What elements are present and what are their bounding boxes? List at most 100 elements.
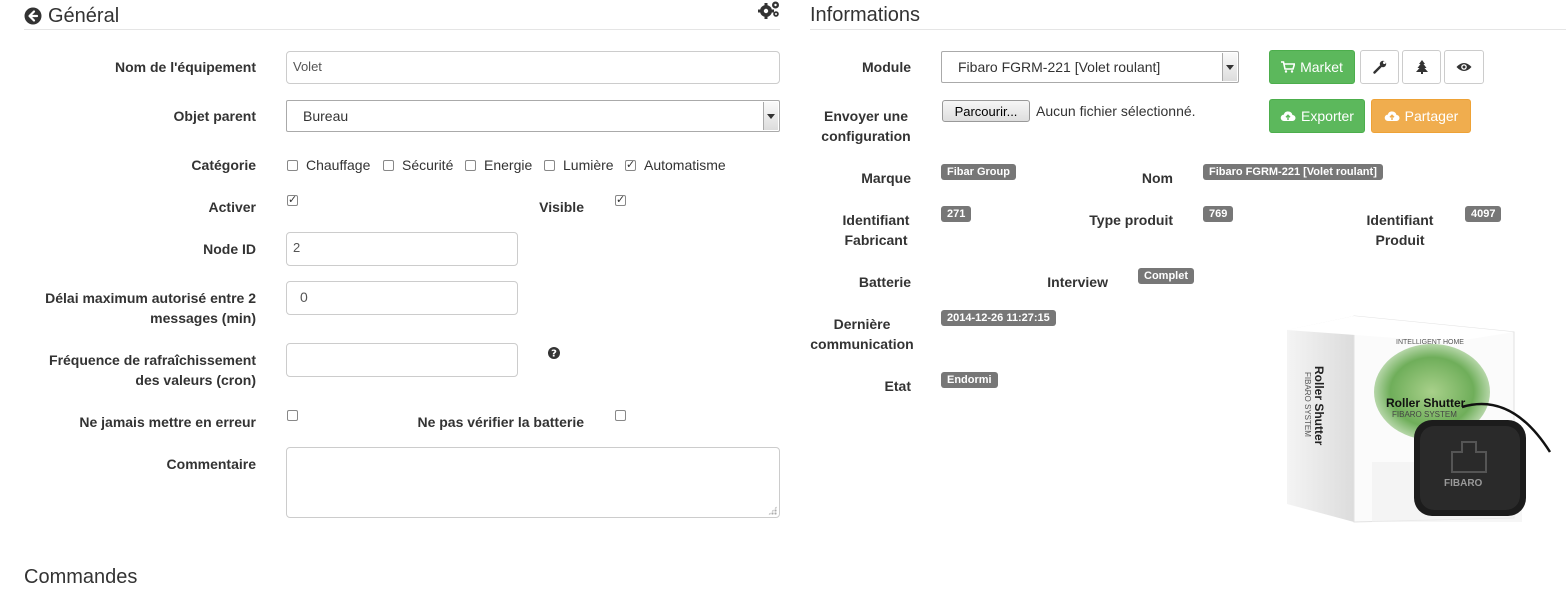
category-label: Catégorie	[191, 157, 256, 173]
configure-button[interactable]	[1360, 50, 1399, 84]
manufacturer-id-label-line1: Identifiant	[842, 212, 910, 228]
general-title: Général	[48, 4, 120, 27]
category-label-energie: Energie	[484, 157, 533, 173]
share-button[interactable]: Partager	[1371, 99, 1471, 133]
activate-label: Activer	[208, 199, 256, 215]
product-id-badge: 4097	[1465, 206, 1502, 222]
interview-badge: Complet	[1138, 268, 1194, 284]
browse-file-button[interactable]: Parcourir...	[942, 100, 1030, 122]
product-front-subtitle: FIBARO SYSTEM	[1392, 410, 1457, 419]
product-front-title: Roller Shutter	[1386, 396, 1466, 410]
product-side-text-1: Roller Shutter	[1312, 366, 1326, 446]
brand-badge: Fibar Group	[941, 164, 1016, 180]
category-checkbox-energie[interactable]	[465, 160, 476, 171]
info-title: Informations	[810, 4, 921, 26]
state-badge: Endormi	[941, 372, 998, 388]
delay-label-line1: Délai maximum autorisé entre 2	[45, 290, 256, 306]
delay-input[interactable]: 0	[286, 281, 518, 315]
shopping-cart-icon	[1281, 61, 1296, 73]
comment-textarea[interactable]	[286, 447, 780, 518]
manufacturer-id-badge: 271	[941, 206, 972, 222]
tree-button[interactable]	[1402, 50, 1441, 84]
brand-label: Marque	[861, 170, 911, 186]
category-checkbox-securite[interactable]	[383, 160, 394, 171]
delay-label-line2: messages (min)	[150, 310, 256, 326]
category-checkbox-lumiere[interactable]	[544, 160, 555, 171]
interview-label: Interview	[1047, 274, 1108, 290]
module-label: Module	[862, 59, 911, 75]
last-communication-label: Dernière communication	[802, 314, 922, 354]
export-button-label: Exporter	[1301, 108, 1354, 124]
product-type-badge: 769	[1203, 206, 1234, 222]
parent-object-label: Objet parent	[173, 108, 256, 124]
battery-label: Batterie	[858, 274, 911, 290]
parent-object-select[interactable]: Bureau	[286, 100, 780, 132]
market-button[interactable]: Market	[1269, 50, 1355, 84]
category-checkbox-chauffage[interactable]	[287, 160, 298, 171]
info-divider	[810, 29, 1566, 30]
last-communication-badge: 2014-12-26 11:27:15	[941, 310, 1056, 326]
product-id-label-line1: Identifiant	[1366, 212, 1434, 228]
name-badge: Fibaro FGRM-221 [Volet roulant]	[1203, 164, 1383, 180]
device-brand-text: FIBARO	[1444, 478, 1483, 489]
refresh-label-line1: Fréquence de rafraîchissement	[49, 352, 256, 368]
send-config-label-line1: Envoyer une	[823, 108, 909, 124]
general-divider	[24, 29, 780, 30]
no-battery-check-checkbox[interactable]	[615, 410, 626, 421]
file-status-text: Aucun fichier sélectionné.	[1036, 103, 1196, 119]
category-label-automatisme: Automatisme	[644, 157, 726, 173]
refresh-cron-input[interactable]	[286, 343, 518, 377]
visible-label: Visible	[539, 199, 584, 215]
category-checkbox-automatisme[interactable]: ✓	[625, 160, 636, 171]
view-button[interactable]	[1444, 50, 1484, 84]
module-select[interactable]: Fibaro FGRM-221 [Volet roulant]	[941, 51, 1239, 83]
chevron-down-icon[interactable]	[763, 102, 778, 130]
never-error-label: Ne jamais mettre en erreur	[79, 414, 256, 430]
resize-handle-icon[interactable]	[768, 506, 777, 515]
last-communication-label-line2: communication	[810, 336, 914, 352]
category-label-chauffage: Chauffage	[306, 157, 371, 173]
svg-text:?: ?	[551, 349, 557, 360]
product-side-text-2: FIBARO SYSTEM	[1303, 372, 1312, 437]
product-type-label: Type produit	[1089, 212, 1173, 228]
category-label-lumiere: Lumière	[563, 157, 614, 173]
manufacturer-id-label: Identifiant Fabricant	[820, 210, 932, 250]
eye-icon	[1456, 63, 1472, 71]
product-front-top-text: INTELLIGENT HOME	[1396, 339, 1464, 346]
visible-checkbox[interactable]: ✓	[615, 195, 626, 206]
manufacturer-id-label-line2: Fabricant	[844, 232, 908, 248]
category-label-securite: Sécurité	[402, 157, 454, 173]
node-id-input[interactable]: 2	[286, 232, 518, 266]
name-label: Nom	[1141, 170, 1173, 186]
send-config-label-line2: configuration	[821, 128, 911, 144]
send-config-label: Envoyer une configuration	[810, 106, 922, 146]
gears-icon[interactable]	[757, 0, 781, 20]
parent-object-value: Bureau	[303, 108, 349, 124]
activate-checkbox[interactable]: ✓	[287, 195, 298, 206]
market-button-label: Market	[1300, 59, 1343, 75]
wrench-icon	[1372, 60, 1386, 74]
circle-arrow-left-icon[interactable]	[24, 7, 42, 25]
export-button[interactable]: Exporter	[1269, 99, 1365, 133]
delay-label: Délai maximum autorisé entre 2 messages …	[10, 288, 256, 328]
comment-label: Commentaire	[166, 456, 256, 472]
never-error-checkbox[interactable]	[287, 410, 298, 421]
node-id-label: Node ID	[203, 241, 256, 257]
product-id-label: Identifiant Produit	[1345, 210, 1455, 250]
question-circle-icon[interactable]: ?	[548, 347, 560, 359]
refresh-label: Fréquence de rafraîchissement des valeur…	[10, 350, 256, 390]
general-header: Général	[24, 4, 119, 28]
refresh-label-line2: des valeurs (cron)	[135, 372, 256, 388]
state-label: Etat	[884, 378, 911, 394]
no-battery-check-label: Ne pas vérifier la batterie	[417, 414, 584, 430]
equipment-name-label: Nom de l'équipement	[114, 59, 256, 75]
cloud-upload-icon	[1280, 111, 1296, 122]
chevron-down-icon[interactable]	[1222, 53, 1237, 81]
equipment-name-input[interactable]: Volet	[286, 51, 780, 84]
tree-icon	[1415, 60, 1428, 74]
share-button-label: Partager	[1404, 108, 1459, 124]
cloud-upload-icon	[1384, 111, 1400, 122]
product-image: Roller Shutter FIBARO SYSTEM INTELLIGENT…	[1282, 312, 1566, 528]
module-value: Fibaro FGRM-221 [Volet roulant]	[958, 59, 1161, 75]
last-communication-label-line1: Dernière	[833, 316, 891, 332]
